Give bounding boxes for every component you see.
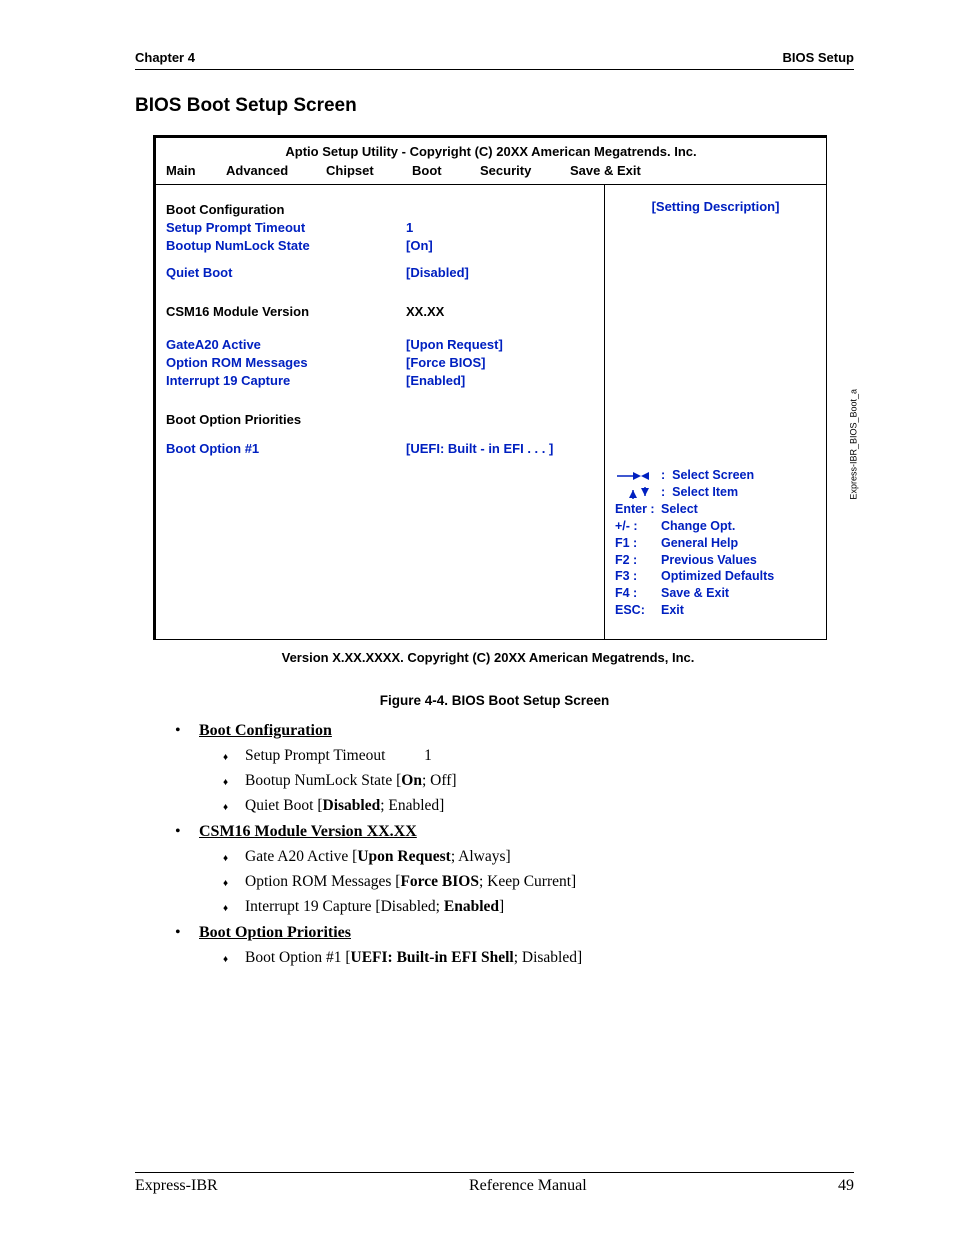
qb-value[interactable]: [Disabled] bbox=[406, 265, 469, 280]
key-pm: +/- : bbox=[615, 518, 661, 535]
ga-label[interactable]: GateA20 Active bbox=[166, 337, 406, 352]
desc-orm: Option ROM Messages [Force BIOS; Keep Cu… bbox=[223, 873, 854, 891]
setting-description: [Setting Description] bbox=[615, 199, 816, 214]
i19-label[interactable]: Interrupt 19 Capture bbox=[166, 373, 406, 388]
tab-security[interactable]: Security bbox=[480, 163, 570, 178]
spt-value[interactable]: 1 bbox=[406, 220, 413, 235]
section-title: BIOS Boot Setup Screen bbox=[135, 95, 854, 117]
csm-label: CSM16 Module Version bbox=[166, 304, 406, 319]
key-enter: Enter : bbox=[615, 501, 661, 518]
footer-center: Reference Manual bbox=[469, 1177, 587, 1195]
arrow-lr-icon bbox=[615, 467, 661, 484]
footer-left: Express-IBR bbox=[135, 1177, 218, 1195]
footer-right: 49 bbox=[838, 1177, 854, 1195]
bo1-value[interactable]: [UEFI: Built - in EFI . . . ] bbox=[406, 441, 553, 456]
orm-label[interactable]: Option ROM Messages bbox=[166, 355, 406, 370]
bo1-label[interactable]: Boot Option #1 bbox=[166, 441, 406, 456]
key-f3: F3 : bbox=[615, 568, 661, 585]
csm-value: XX.XX bbox=[406, 304, 444, 319]
page-footer: Express-IBR Reference Manual 49 bbox=[135, 1172, 854, 1195]
desc-spt: Setup Prompt Timeout 1 bbox=[223, 747, 854, 765]
key-esc: ESC: bbox=[615, 602, 661, 619]
qb-label[interactable]: Quiet Boot bbox=[166, 265, 406, 280]
tab-advanced[interactable]: Advanced bbox=[226, 163, 326, 178]
bop-head: Boot Option Priorities bbox=[166, 412, 406, 427]
ga-value[interactable]: [Upon Request] bbox=[406, 337, 503, 352]
i19-value[interactable]: [Enabled] bbox=[406, 373, 465, 388]
arrow-ud-icon bbox=[615, 484, 661, 501]
bios-footnote: Version X.XX.XXXX. Copyright (C) 20XX Am… bbox=[153, 650, 823, 665]
tab-chipset[interactable]: Chipset bbox=[326, 163, 412, 178]
bios-screenshot: Aptio Setup Utility - Copyright (C) 20XX… bbox=[153, 135, 827, 640]
bios-tabs: Main Advanced Chipset Boot Security Save… bbox=[156, 163, 826, 184]
figure-caption: Figure 4-4. BIOS Boot Setup Screen bbox=[135, 693, 854, 708]
key-select-item: Select Item bbox=[672, 484, 738, 501]
desc-ga: Gate A20 Active [Upon Request; Always] bbox=[223, 848, 854, 866]
bios-left-pane: Boot Configuration Setup Prompt Timeout1… bbox=[156, 185, 605, 639]
boot-config-head: Boot Configuration bbox=[166, 202, 406, 217]
desc-boot-config: Boot Configuration Setup Prompt Timeout … bbox=[175, 722, 854, 815]
key-f1: F1 : bbox=[615, 535, 661, 552]
side-label: Express-IBR_BIOS_Boot_a bbox=[849, 389, 859, 500]
desc-bop: Boot Option Priorities Boot Option #1 [U… bbox=[175, 924, 854, 967]
bns-value[interactable]: [On] bbox=[406, 238, 433, 253]
help-keys: : Select Screen : Select Item bbox=[615, 467, 816, 619]
desc-csm: CSM16 Module Version XX.XX Gate A20 Acti… bbox=[175, 823, 854, 916]
desc-i19: Interrupt 19 Capture [Disabled; Enabled] bbox=[223, 898, 854, 916]
description-list: Boot Configuration Setup Prompt Timeout … bbox=[135, 722, 854, 967]
desc-bo1: Boot Option #1 [UEFI: Built-in EFI Shell… bbox=[223, 949, 854, 967]
key-f4: F4 : bbox=[615, 585, 661, 602]
header-left: Chapter 4 bbox=[135, 50, 195, 65]
tab-save-exit[interactable]: Save & Exit bbox=[570, 163, 641, 178]
desc-qb: Quiet Boot [Disabled; Enabled] bbox=[223, 797, 854, 815]
tab-main[interactable]: Main bbox=[166, 163, 226, 178]
bns-label[interactable]: Bootup NumLock State bbox=[166, 238, 406, 253]
header-right: BIOS Setup bbox=[782, 50, 854, 65]
tab-boot[interactable]: Boot bbox=[412, 163, 480, 178]
orm-value[interactable]: [Force BIOS] bbox=[406, 355, 485, 370]
key-f2: F2 : bbox=[615, 552, 661, 569]
page-header: Chapter 4 BIOS Setup bbox=[135, 50, 854, 70]
bios-title: Aptio Setup Utility - Copyright (C) 20XX… bbox=[156, 138, 826, 163]
spt-label[interactable]: Setup Prompt Timeout bbox=[166, 220, 406, 235]
bios-right-pane: [Setting Description] : Select Screen bbox=[605, 185, 826, 639]
desc-bns: Bootup NumLock State [On; Off] bbox=[223, 772, 854, 790]
key-select-screen: Select Screen bbox=[672, 467, 754, 484]
